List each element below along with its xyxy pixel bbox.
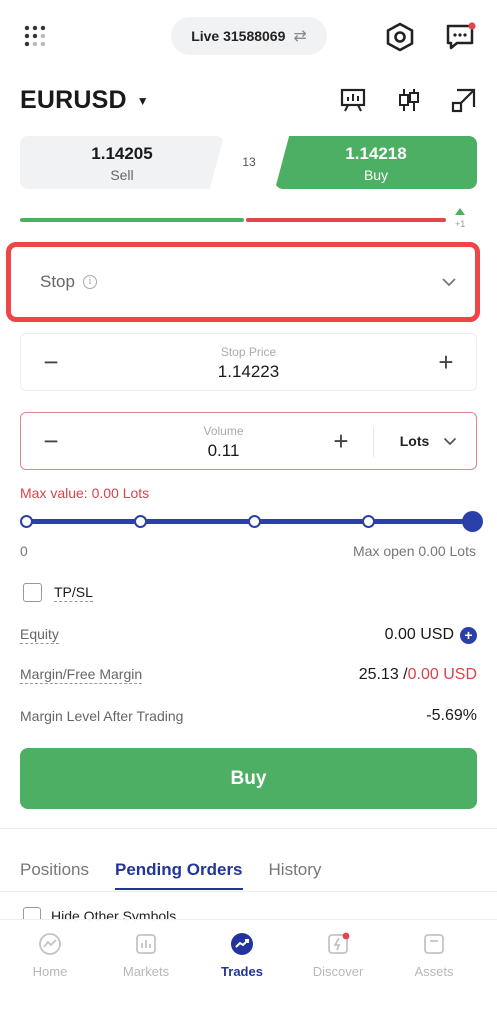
nav-home-label: Home — [32, 964, 68, 979]
volume-value: 0.11 — [207, 441, 240, 460]
discover-icon — [328, 932, 350, 954]
bottom-navigation: Home Markets Trades Discover Assets — [0, 919, 497, 1024]
slider-stop-0[interactable] — [20, 515, 33, 528]
trades-icon — [231, 933, 253, 955]
sentiment-delta: +1 — [455, 219, 466, 229]
markets-icon — [136, 934, 156, 954]
tpsl-label: TP/SL — [54, 583, 93, 602]
volume-slider-handle[interactable] — [462, 511, 483, 532]
nav-trades[interactable]: Trades — [202, 932, 282, 979]
margin-row: Margin/Free Margin 25.13 / 0.00 USD — [20, 666, 477, 684]
chevron-down-icon — [442, 278, 456, 287]
tpsl-checkbox[interactable] — [23, 583, 42, 602]
equity-value: 0.00 USD — [384, 626, 454, 643]
symbol-name: EURUSD — [20, 86, 127, 114]
equity-row: Equity 0.00 USD + — [20, 626, 477, 644]
orders-tabs: Positions Pending Orders History — [20, 860, 321, 890]
swap-icon: ⇄ — [293, 28, 307, 45]
nav-trades-label: Trades — [221, 964, 263, 979]
tab-pending-orders[interactable]: Pending Orders — [114, 860, 243, 890]
tpsl-toggle[interactable]: TP/SL — [23, 583, 93, 602]
buy-order-button[interactable]: Buy — [20, 748, 477, 809]
volume-divider — [373, 427, 374, 457]
account-switcher[interactable]: Live 31588069 ⇄ — [171, 17, 327, 55]
spread-value: 13 — [242, 155, 256, 169]
stop-price-stepper: − Stop Price 1.14223 + — [20, 333, 477, 391]
messages-icon[interactable] — [445, 22, 477, 52]
stop-price-increase-button[interactable]: + — [416, 334, 476, 390]
nav-assets-label: Assets — [414, 964, 454, 979]
sell-sentiment-bar — [246, 218, 446, 222]
buy-sentiment-bar — [20, 218, 244, 222]
volume-stepper: − Volume 0.11 + Lots — [20, 412, 477, 470]
order-type-dropdown[interactable]: Stop i — [20, 254, 477, 310]
account-label: Live 31588069 — [191, 28, 286, 44]
margin-value: 25.13 / — [358, 666, 408, 683]
menu-grid-icon[interactable] — [24, 25, 48, 49]
chevron-down-icon — [444, 437, 457, 445]
buy-price: 1.14218 — [345, 144, 407, 163]
chart-presentation-icon[interactable] — [340, 87, 366, 113]
equity-label: Equity — [20, 626, 59, 644]
expand-window-icon[interactable] — [451, 87, 477, 113]
up-triangle-icon — [455, 208, 465, 215]
tabs-divider — [0, 891, 497, 892]
assets-icon — [424, 934, 444, 954]
stop-price-decrease-button[interactable]: − — [21, 334, 81, 390]
home-chart-icon — [39, 933, 61, 955]
volume-label: Volume — [203, 424, 244, 438]
volume-increase-button[interactable]: + — [311, 413, 371, 469]
lots-label: Lots — [399, 433, 430, 449]
nav-assets[interactable]: Assets — [394, 932, 474, 979]
stop-price-value: 1.14223 — [217, 362, 280, 381]
free-margin-value: 0.00 USD — [407, 666, 477, 683]
stop-price-label: Stop Price — [220, 345, 277, 359]
sell-label: Sell — [110, 167, 134, 183]
slider-stop-50[interactable] — [248, 515, 261, 528]
buy-label: Buy — [363, 167, 389, 183]
slider-min-label: 0 — [20, 543, 28, 559]
info-icon[interactable]: i — [82, 275, 97, 289]
caret-down-icon: ▼ — [136, 93, 149, 108]
slider-stop-25[interactable] — [134, 515, 147, 528]
tab-positions[interactable]: Positions — [20, 860, 89, 890]
margin-level-row: Margin Level After Trading -5.69% — [20, 707, 477, 725]
stop-price-field[interactable]: Stop Price 1.14223 — [81, 334, 416, 390]
margin-label: Margin/Free Margin — [20, 666, 143, 684]
volume-decrease-button[interactable]: − — [21, 413, 81, 469]
slider-max-label: Max open 0.00 Lots — [353, 543, 476, 559]
margin-level-label: Margin Level After Trading — [20, 708, 184, 724]
sell-price-button[interactable]: 1.14205 Sell — [20, 136, 224, 189]
candlestick-icon[interactable] — [396, 87, 422, 113]
nav-discover[interactable]: Discover — [298, 932, 378, 979]
buy-price-button[interactable]: 1.14218 Buy — [275, 136, 477, 189]
slider-stop-75[interactable] — [362, 515, 375, 528]
order-type-label: Stop — [40, 272, 75, 291]
lots-unit-dropdown[interactable]: Lots — [381, 413, 476, 469]
nav-home[interactable]: Home — [10, 932, 90, 979]
deposit-plus-icon[interactable]: + — [460, 626, 477, 644]
margin-level-value: -5.69% — [426, 707, 477, 724]
volume-field[interactable]: Volume 0.11 — [121, 413, 326, 469]
tab-history[interactable]: History — [269, 860, 322, 890]
settings-hex-icon[interactable] — [385, 22, 415, 52]
nav-markets-label: Markets — [122, 964, 170, 979]
nav-markets[interactable]: Markets — [106, 932, 186, 979]
max-value-warning: Max value: 0.00 Lots — [20, 485, 150, 501]
symbol-selector[interactable]: EURUSD ▼ — [20, 86, 149, 115]
nav-discover-label: Discover — [312, 964, 364, 979]
sell-price: 1.14205 — [91, 144, 153, 163]
section-divider — [0, 828, 497, 829]
